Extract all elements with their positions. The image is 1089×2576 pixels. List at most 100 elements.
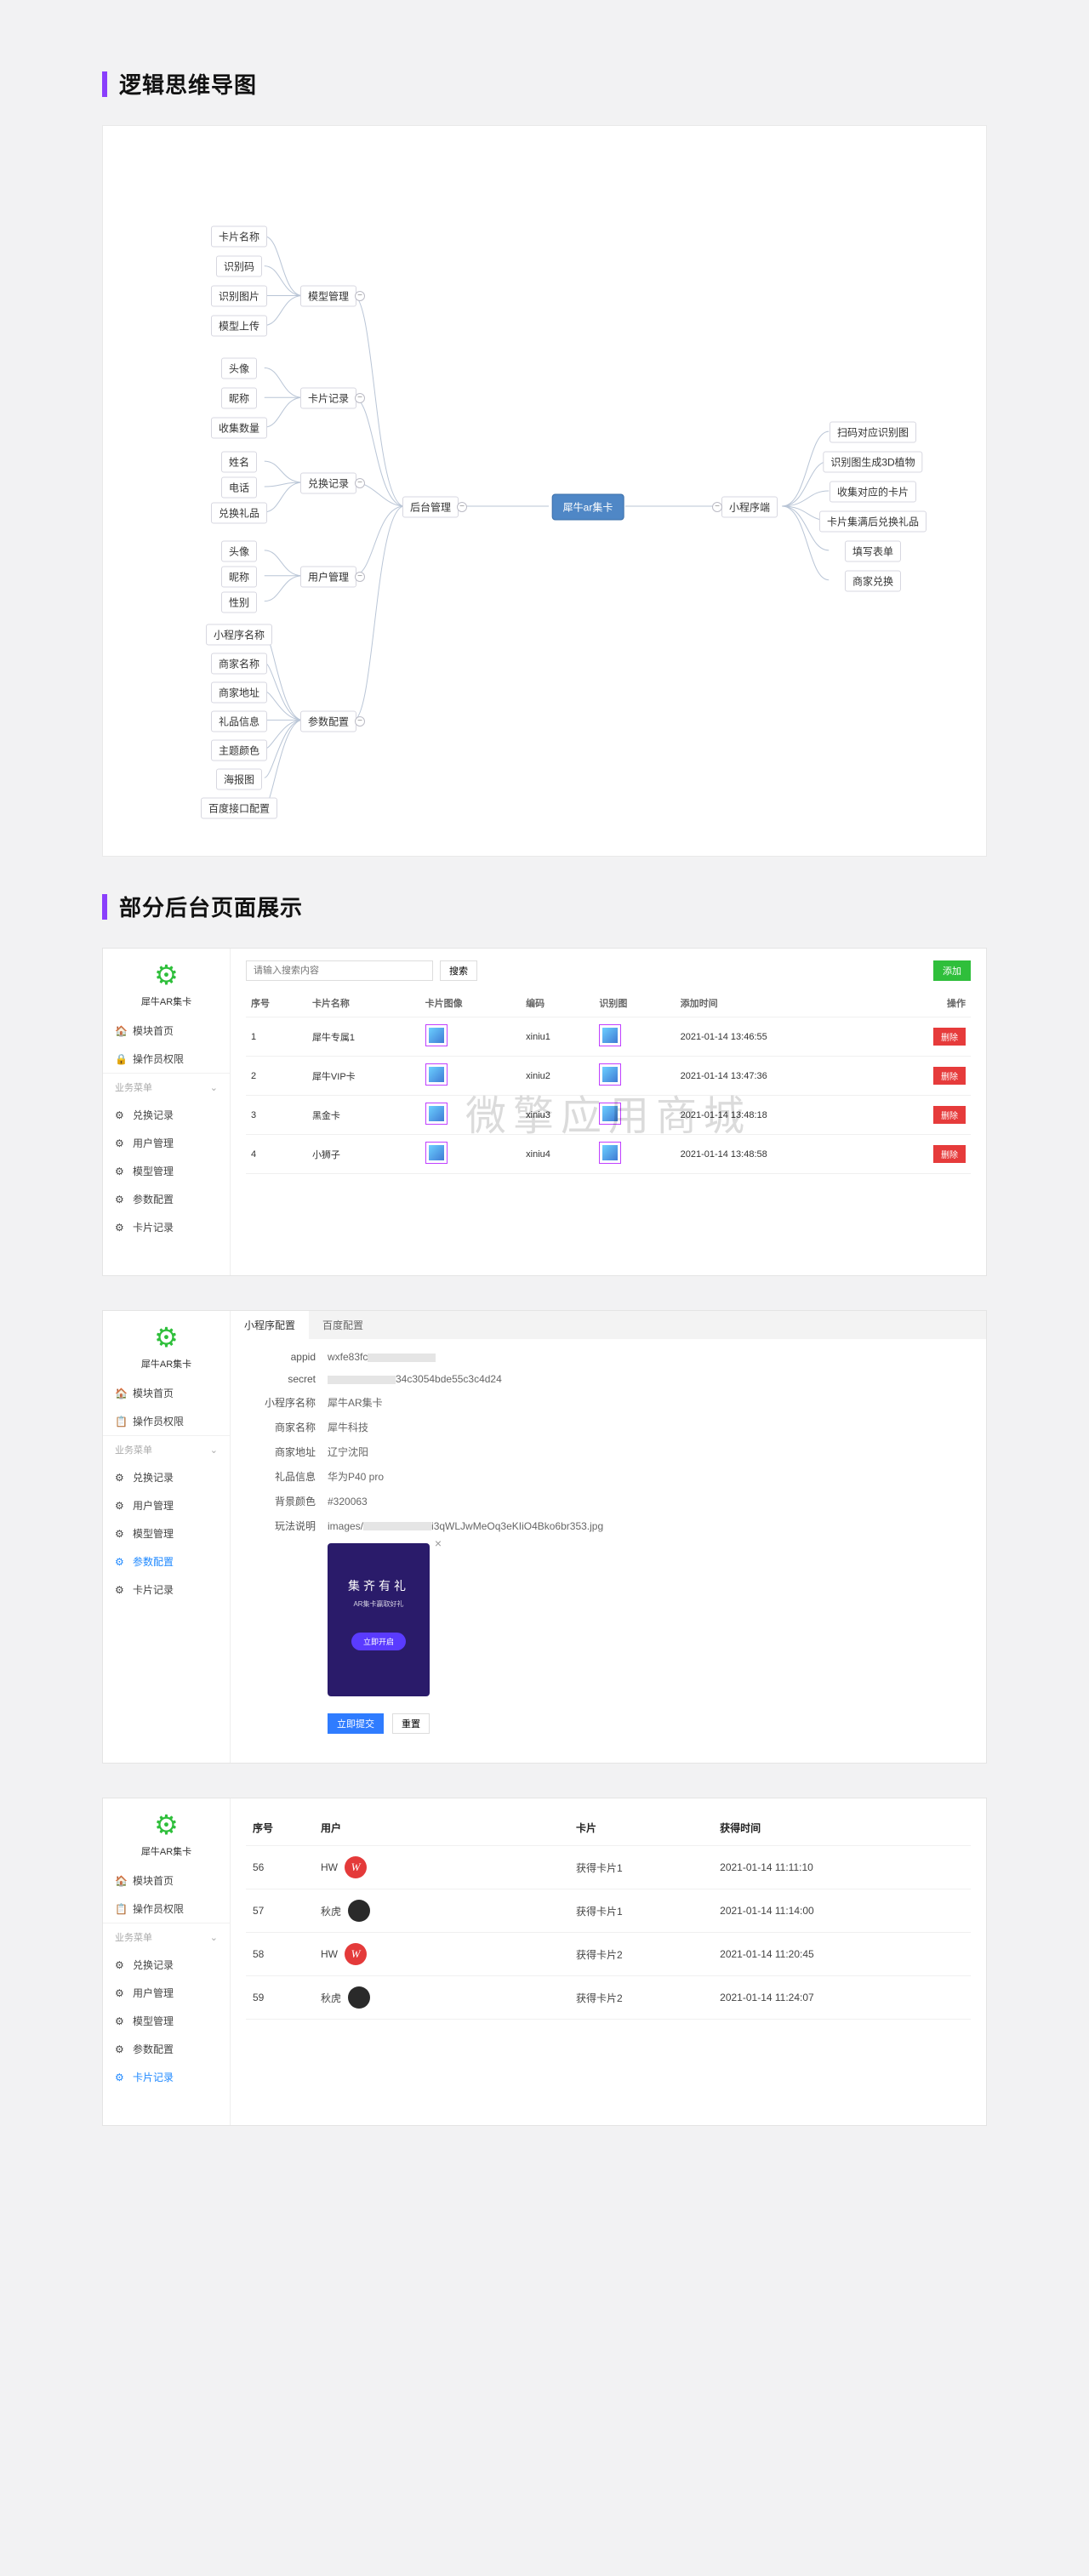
reset-button[interactable]: 重置: [392, 1713, 430, 1734]
sidebar-item-home[interactable]: 🏠模块首页: [103, 1866, 230, 1895]
rec-image-thumb[interactable]: [599, 1063, 621, 1086]
sidebar-item-home[interactable]: 🏠 模块首页: [103, 1379, 230, 1407]
sidebar: ⚙ 犀牛AR集卡 🏠模块首页 📋操作员权限 业务菜单⌄ ⚙兑换记录 ⚙用户管理 …: [103, 1798, 231, 2125]
rec-image-thumb[interactable]: [599, 1103, 621, 1125]
cell-time: 2021-01-14 11:24:07: [713, 1976, 971, 2020]
mm-leaf: 收集对应的卡片: [830, 482, 916, 503]
cell-time: 2021-01-14 11:14:00: [713, 1889, 971, 1933]
sidebar-item-card[interactable]: ⚙卡片记录: [103, 1576, 230, 1604]
add-button[interactable]: 添加: [933, 960, 971, 981]
card-table: 序号 卡片名称 卡片图像 编码 识别图 添加时间 操作 1犀牛专属1xiniu1…: [246, 989, 971, 1174]
sidebar-item-label: 兑换记录: [133, 1470, 174, 1485]
sidebar-item-perm[interactable]: 📋操作员权限: [103, 1895, 230, 1923]
gear-icon: ⚙: [115, 2043, 126, 2055]
collapse-icon[interactable]: −: [355, 716, 365, 727]
collapse-icon[interactable]: −: [712, 502, 722, 512]
sidebar-item-label: 卡片记录: [133, 1582, 174, 1597]
label-theme: 背景颜色: [248, 1494, 316, 1508]
section-title: 逻辑思维导图: [119, 68, 257, 100]
mm-leaf: 收集数量: [211, 418, 267, 439]
cell-op: 删除: [881, 1017, 971, 1057]
mm-user-mgmt: 用户管理: [300, 567, 356, 588]
collapse-icon[interactable]: −: [355, 393, 365, 403]
delete-button[interactable]: 删除: [933, 1145, 966, 1163]
section-header-mindmap: 逻辑思维导图: [102, 68, 987, 100]
gear-icon: ⚙: [115, 1528, 126, 1539]
cell-code: xiniu2: [521, 1057, 594, 1096]
sidebar-item-label: 模块首页: [133, 1386, 174, 1400]
sidebar-item-user[interactable]: ⚙用户管理: [103, 1129, 230, 1157]
gear-icon: ⚙: [115, 1556, 126, 1567]
mm-leaf: 卡片名称: [211, 226, 267, 248]
search-input[interactable]: [246, 960, 433, 981]
chevron-down-icon: ⌄: [210, 1082, 218, 1093]
collapse-icon[interactable]: −: [457, 502, 467, 512]
delete-button[interactable]: 删除: [933, 1106, 966, 1124]
sidebar-brand: 犀牛AR集卡: [103, 1844, 230, 1858]
table-row: 4小狮子xiniu42021-01-14 13:48:58删除: [246, 1135, 971, 1174]
search-button[interactable]: 搜索: [440, 960, 477, 981]
col-rec: 识别图: [594, 989, 675, 1017]
close-icon[interactable]: ×: [435, 1536, 442, 1550]
collapse-icon[interactable]: −: [355, 478, 365, 488]
poster-title: 集齐有礼: [336, 1577, 421, 1594]
user-name: HW: [321, 1948, 338, 1960]
gear-icon: ⚙: [115, 2072, 126, 2083]
sidebar-item-param[interactable]: ⚙参数配置: [103, 1547, 230, 1576]
sidebar-item-card[interactable]: ⚙卡片记录: [103, 2063, 230, 2091]
home-icon: 🏠: [115, 1875, 126, 1886]
sidebar-item-label: 兑换记录: [133, 1958, 174, 1972]
sidebar-item-perm[interactable]: 📋操作员权限: [103, 1407, 230, 1435]
rec-image-thumb[interactable]: [599, 1142, 621, 1164]
mm-leaf: 卡片集满后兑换礼品: [819, 511, 927, 533]
sidebar-item-label: 操作员权限: [133, 1901, 184, 1916]
cell-card: 获得卡片2: [569, 1933, 713, 1976]
delete-button[interactable]: 删除: [933, 1028, 966, 1046]
sidebar-group[interactable]: 业务菜单⌄: [103, 1435, 230, 1463]
section-header-admin: 部分后台页面展示: [102, 891, 987, 922]
admin-cardlist-panel: ⚙ 犀牛AR集卡 🏠模块首页 🔒操作员权限 业务菜单⌄ ⚙兑换记录 ⚙用户管理 …: [102, 948, 987, 1276]
collapse-icon[interactable]: −: [355, 572, 365, 582]
label-merch-addr: 商家地址: [248, 1445, 316, 1459]
avatar: W: [345, 1943, 367, 1965]
sidebar-item-model[interactable]: ⚙模型管理: [103, 1519, 230, 1547]
cell-rec: [594, 1017, 675, 1057]
delete-button[interactable]: 删除: [933, 1067, 966, 1085]
sidebar-item-card[interactable]: ⚙卡片记录: [103, 1213, 230, 1241]
sidebar-item-perm[interactable]: 🔒操作员权限: [103, 1045, 230, 1073]
sidebar-brand: 犀牛AR集卡: [103, 994, 230, 1008]
sidebar-group[interactable]: 业务菜单⌄: [103, 1923, 230, 1951]
sidebar-item-redeem[interactable]: ⚙兑换记录: [103, 1101, 230, 1129]
sidebar-item-redeem[interactable]: ⚙兑换记录: [103, 1463, 230, 1491]
sidebar-item-model[interactable]: ⚙模型管理: [103, 1157, 230, 1185]
mm-leaf: 姓名: [221, 452, 257, 473]
sidebar-item-home[interactable]: 🏠模块首页: [103, 1017, 230, 1045]
card-image-thumb[interactable]: [425, 1142, 448, 1164]
sidebar-group[interactable]: 业务菜单⌄: [103, 1073, 230, 1101]
card-image-thumb[interactable]: [425, 1103, 448, 1125]
card-image-thumb[interactable]: [425, 1024, 448, 1046]
cell-img: [420, 1135, 521, 1174]
sidebar-item-param[interactable]: ⚙参数配置: [103, 2035, 230, 2063]
home-icon: 🏠: [115, 1388, 126, 1399]
sidebar-item-user[interactable]: ⚙用户管理: [103, 1979, 230, 2007]
sidebar-item-param[interactable]: ⚙参数配置: [103, 1185, 230, 1213]
gear-icon: ⚙: [115, 1137, 126, 1148]
tab-mini[interactable]: 小程序配置: [231, 1311, 309, 1339]
tab-baidu[interactable]: 百度配置: [309, 1311, 377, 1339]
card-image-thumb[interactable]: [425, 1063, 448, 1086]
mm-leaf: 电话: [221, 477, 257, 499]
cell-img: [420, 1057, 521, 1096]
cell-rec: [594, 1135, 675, 1174]
submit-button[interactable]: 立即提交: [328, 1713, 384, 1734]
cell-time: 2021-01-14 13:48:58: [676, 1135, 881, 1174]
rec-image-thumb[interactable]: [599, 1024, 621, 1046]
sidebar-item-user[interactable]: ⚙用户管理: [103, 1491, 230, 1519]
cell-card: 获得卡片1: [569, 1889, 713, 1933]
sidebar-item-model[interactable]: ⚙模型管理: [103, 2007, 230, 2035]
cell-code: xiniu1: [521, 1017, 594, 1057]
sidebar-item-redeem[interactable]: ⚙兑换记录: [103, 1951, 230, 1979]
collapse-icon[interactable]: −: [355, 291, 365, 301]
avatar: [348, 1900, 370, 1922]
mm-leaf: 头像: [221, 541, 257, 562]
